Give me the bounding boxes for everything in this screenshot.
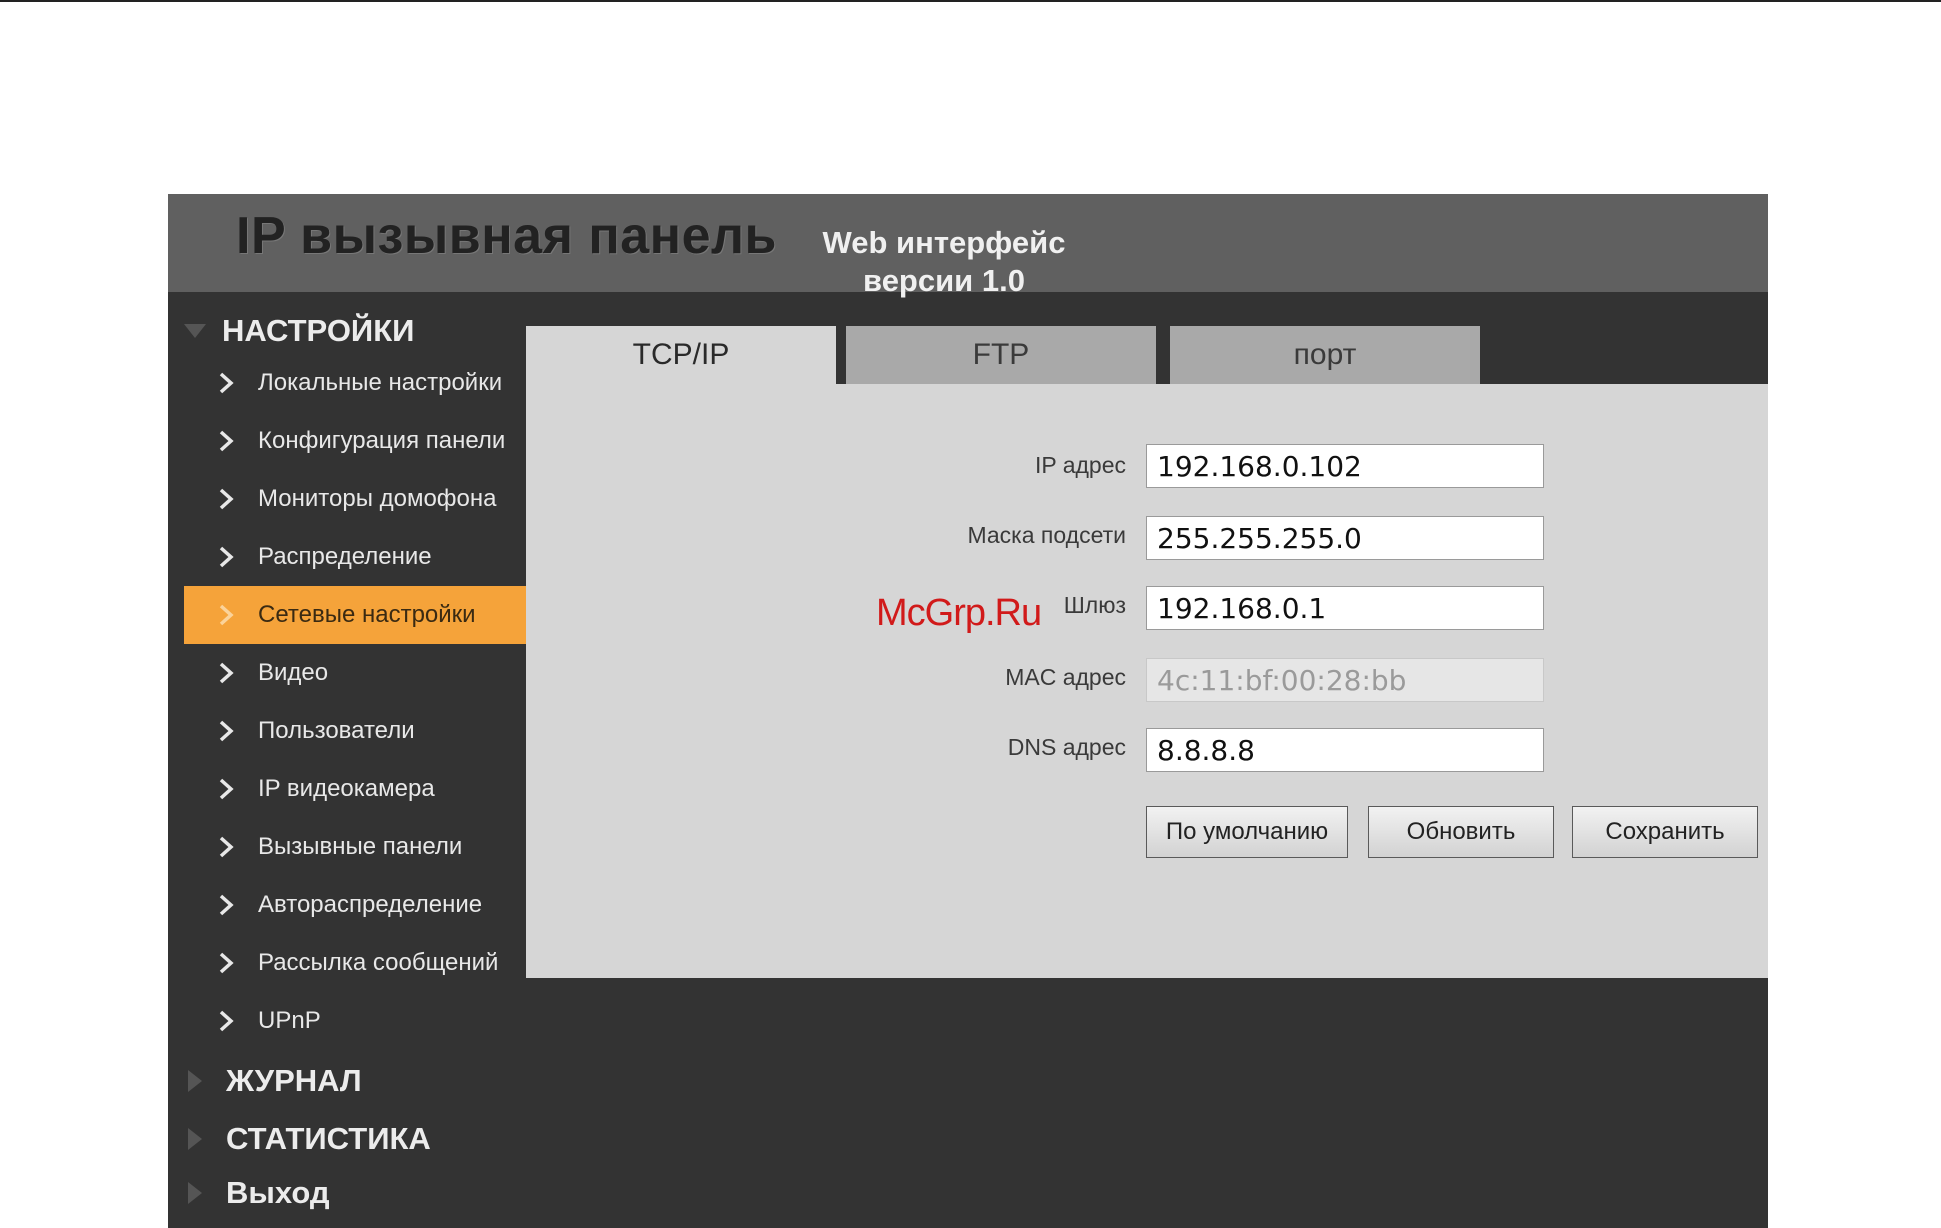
sidebar-item-label: Конфигурация панели [258, 427, 506, 454]
chevron-right-icon [218, 894, 258, 916]
app-subtitle: Web интерфейс версии 1.0 [794, 224, 1094, 300]
chevron-right-icon [218, 662, 258, 684]
section-label: ЖУРНАЛ [226, 1063, 362, 1098]
sidebar-section-statistics[interactable]: СТАТИСТИКА [184, 1114, 431, 1164]
triangle-right-icon [188, 1182, 202, 1204]
dns-address-input[interactable] [1146, 728, 1544, 772]
app-header: IP вызывная панель Web интерфейс версии … [168, 194, 1768, 298]
sidebar-item-label: Пользователи [258, 717, 415, 744]
sidebar-item-users[interactable]: Пользователи [184, 702, 526, 760]
chevron-right-icon [218, 546, 258, 568]
page-top-rule [0, 0, 1941, 2]
tab-ftp[interactable]: FTP [846, 326, 1156, 384]
gateway-input[interactable] [1146, 586, 1544, 630]
chevron-right-icon [218, 836, 258, 858]
sidebar-item-distribution[interactable]: Распределение [184, 528, 526, 586]
sidebar-item-label: Локальные настройки [258, 369, 503, 396]
save-button[interactable]: Сохранить [1572, 806, 1758, 858]
sidebar-section-exit[interactable]: Выход [184, 1168, 330, 1218]
chevron-right-icon [218, 488, 258, 510]
app-title: IP вызывная панель [236, 207, 778, 265]
app-window: IP вызывная панель Web интерфейс версии … [168, 194, 1768, 1228]
mac-address-label: MAC адрес [1005, 664, 1126, 690]
triangle-right-icon [188, 1070, 202, 1092]
section-label: НАСТРОЙКИ [222, 313, 415, 348]
sidebar-item-label: Распределение [258, 543, 432, 570]
sidebar-item-label: Сетевые настройки [258, 601, 476, 628]
network-settings-panel: IP адрес Маска подсети Шлюз MAC адрес DN… [526, 384, 1768, 978]
sidebar-item-label: UPnP [258, 1007, 321, 1034]
sidebar-item-network-settings[interactable]: Сетевые настройки [184, 586, 526, 644]
sidebar-item-label: Мониторы домофона [258, 485, 497, 512]
sidebar-item-label: Автораспределение [258, 891, 483, 918]
sidebar-item-local-settings[interactable]: Локальные настройки [184, 354, 526, 412]
ip-address-input[interactable] [1146, 444, 1544, 488]
sidebar-item-ip-camera[interactable]: IP видеокамера [184, 760, 526, 818]
sidebar-item-call-panels[interactable]: Вызывные панели [184, 818, 526, 876]
sidebar-item-panel-config[interactable]: Конфигурация панели [184, 412, 526, 470]
sidebar-item-message-broadcast[interactable]: Рассылка сообщений [184, 934, 526, 992]
subtitle-line-2: версии 1.0 [863, 263, 1025, 298]
gateway-label: Шлюз [1063, 592, 1126, 618]
section-label: СТАТИСТИКА [226, 1121, 431, 1156]
subnet-mask-input[interactable] [1146, 516, 1544, 560]
chevron-right-icon [218, 430, 258, 452]
sidebar-item-auto-distribution[interactable]: Автораспределение [184, 876, 526, 934]
sidebar-item-label: Видео [258, 659, 329, 686]
triangle-right-icon [188, 1128, 202, 1150]
dns-address-label: DNS адрес [1007, 734, 1126, 760]
chevron-right-icon [218, 778, 258, 800]
sidebar: НАСТРОЙКИ Локальные настройки Конфигурац… [168, 292, 526, 1228]
sidebar-item-label: IP видеокамера [258, 775, 435, 802]
sidebar-item-video[interactable]: Видео [184, 644, 526, 702]
mac-address-input [1146, 658, 1544, 702]
chevron-right-icon [218, 952, 258, 974]
ip-address-label: IP адрес [1034, 452, 1126, 478]
refresh-button[interactable]: Обновить [1368, 806, 1554, 858]
sidebar-section-journal[interactable]: ЖУРНАЛ [184, 1056, 362, 1106]
chevron-right-icon [218, 1010, 258, 1032]
sidebar-item-intercom-monitors[interactable]: Мониторы домофона [184, 470, 526, 528]
sidebar-section-settings[interactable]: НАСТРОЙКИ [184, 306, 414, 356]
sidebar-item-label: Рассылка сообщений [258, 949, 499, 976]
triangle-down-icon [184, 324, 206, 338]
chevron-right-icon [218, 604, 258, 626]
tab-tcp-ip[interactable]: TCP/IP [526, 326, 836, 384]
section-label: Выход [226, 1175, 330, 1210]
subnet-mask-label: Маска подсети [967, 522, 1126, 548]
subtitle-line-1: Web интерфейс [822, 225, 1066, 260]
sidebar-item-upnp[interactable]: UPnP [184, 992, 526, 1050]
tab-port[interactable]: порт [1170, 326, 1480, 384]
chevron-right-icon [218, 720, 258, 742]
sidebar-item-label: Вызывные панели [258, 833, 463, 860]
chevron-right-icon [218, 372, 258, 394]
default-button[interactable]: По умолчанию [1146, 806, 1348, 858]
